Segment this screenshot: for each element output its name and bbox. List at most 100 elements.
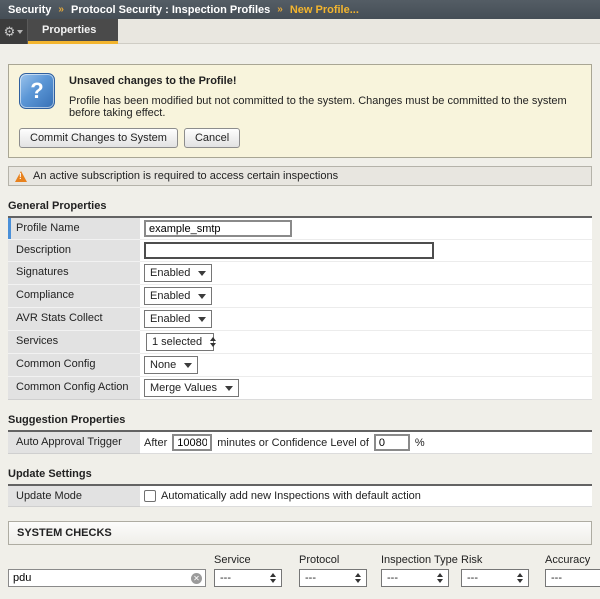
filter-accuracy-value: --- [551,572,562,584]
avr-stats-select[interactable]: Enabled [144,310,212,328]
services-row: Services 1 selected [8,331,592,354]
breadcrumb-path[interactable]: Protocol Security : Inspection Profiles [71,4,270,16]
filter-protocol: Protocol --- [299,554,367,587]
services-select-value: 1 selected [152,336,202,348]
tab-properties-label: Properties [42,24,96,36]
confidence-input[interactable] [374,434,410,451]
chevron-down-icon [198,271,206,276]
update-settings-heading: Update Settings [8,465,592,486]
cancel-button[interactable]: Cancel [184,128,240,148]
filter-service-label: Service [214,554,282,566]
tab-properties[interactable]: Properties [28,19,118,44]
filter-inspection-type-select[interactable]: --- [381,569,449,587]
signatures-select-value: Enabled [150,267,190,279]
compliance-select[interactable]: Enabled [144,287,212,305]
tab-strip: ⚙ Properties [0,19,600,44]
subscription-warning-text: An active subscription is required to ac… [33,170,338,182]
up-down-arrows-icon [437,573,443,583]
avr-stats-row: AVR Stats Collect Enabled [8,308,592,331]
chevron-down-icon [198,317,206,322]
filter-accuracy: Accuracy --- [545,554,600,587]
up-down-arrows-icon [210,337,216,347]
common-config-select[interactable]: None [144,356,198,374]
confidence-text: minutes or Confidence Level of [217,437,369,449]
filter-protocol-select[interactable]: --- [299,569,367,587]
breadcrumb-separator-icon: » [58,4,64,15]
suggestion-properties-heading: Suggestion Properties [8,411,592,432]
description-label: Description [8,240,140,262]
chevron-down-icon [184,363,192,368]
common-config-action-select[interactable]: Merge Values [144,379,239,397]
chevron-down-icon [17,30,23,34]
after-text: After [144,437,167,449]
filter-risk-label: Risk [461,554,529,566]
breadcrumb-separator-icon: » [277,4,283,15]
general-properties-heading: General Properties [8,197,592,218]
chevron-down-icon [225,386,233,391]
common-config-action-select-value: Merge Values [150,382,217,394]
description-row: Description [8,240,592,262]
common-config-select-value: None [150,359,176,371]
filter-protocol-label: Protocol [299,554,367,566]
update-mode-checkbox[interactable] [144,490,156,502]
avr-stats-select-value: Enabled [150,313,190,325]
filter-risk-select[interactable]: --- [461,569,529,587]
avr-stats-label: AVR Stats Collect [8,308,140,331]
description-input[interactable] [144,242,434,259]
up-down-arrows-icon [270,573,276,583]
profile-name-label: Profile Name [8,218,140,240]
filter-inspection-type-label: Inspection Type [381,554,458,566]
search-field: ✕ [8,569,206,587]
commit-changes-button[interactable]: Commit Changes to System [19,128,178,148]
warning-icon [15,171,27,182]
breadcrumb: Security » Protocol Security : Inspectio… [0,0,600,19]
subscription-warning: An active subscription is required to ac… [8,166,592,186]
filter-inspection-type-value: --- [387,572,398,584]
filter-protocol-value: --- [305,572,316,584]
auto-approval-row: Auto Approval Trigger After minutes or C… [8,432,592,454]
common-config-row: Common Config None [8,354,592,377]
inspection-filter-bar: ✕ Service --- Protocol --- Inspection Ty… [8,548,592,589]
filter-service-value: --- [220,572,231,584]
filter-risk-value: --- [467,572,478,584]
common-config-label: Common Config [8,354,140,377]
up-down-arrows-icon [517,573,523,583]
alert-title: Unsaved changes to the Profile! [69,73,581,87]
filter-inspection-type: Inspection Type --- [381,554,458,587]
profile-name-row: Profile Name [8,218,592,240]
breadcrumb-section[interactable]: Security [8,4,51,16]
system-checks-header: SYSTEM CHECKS [8,521,592,545]
common-config-action-label: Common Config Action [8,377,140,400]
services-label: Services [8,331,140,354]
update-mode-row: Update Mode Automatically add new Inspec… [8,486,592,507]
filter-risk: Risk --- [461,554,529,587]
signatures-row: Signatures Enabled [8,262,592,285]
gear-icon: ⚙ [4,25,16,38]
compliance-label: Compliance [8,285,140,308]
signatures-select[interactable]: Enabled [144,264,212,282]
unsaved-changes-alert: ? Unsaved changes to the Profile! Profil… [8,64,592,158]
percent-text: % [415,437,425,449]
auto-approval-label: Auto Approval Trigger [8,432,140,454]
compliance-row: Compliance Enabled [8,285,592,308]
services-select[interactable]: 1 selected [146,333,214,351]
signatures-label: Signatures [8,262,140,285]
up-down-arrows-icon [355,573,361,583]
clear-search-icon[interactable]: ✕ [191,573,202,584]
minutes-input[interactable] [172,434,212,451]
options-menu-button[interactable]: ⚙ [0,19,28,44]
profile-name-input[interactable] [144,220,292,237]
breadcrumb-current: New Profile... [290,4,359,16]
update-mode-label: Update Mode [8,486,140,507]
filter-service-select[interactable]: --- [214,569,282,587]
common-config-action-row: Common Config Action Merge Values [8,377,592,400]
filter-service: Service --- [214,554,282,587]
filter-accuracy-select[interactable]: --- [545,569,600,587]
compliance-select-value: Enabled [150,290,190,302]
alert-message: Profile has been modified but not commit… [69,95,581,119]
search-input[interactable] [8,569,206,587]
inspection-profile-page: Security » Protocol Security : Inspectio… [0,0,600,599]
question-icon: ? [19,73,55,109]
chevron-down-icon [198,294,206,299]
update-mode-checkbox-label: Automatically add new Inspections with d… [161,490,421,502]
